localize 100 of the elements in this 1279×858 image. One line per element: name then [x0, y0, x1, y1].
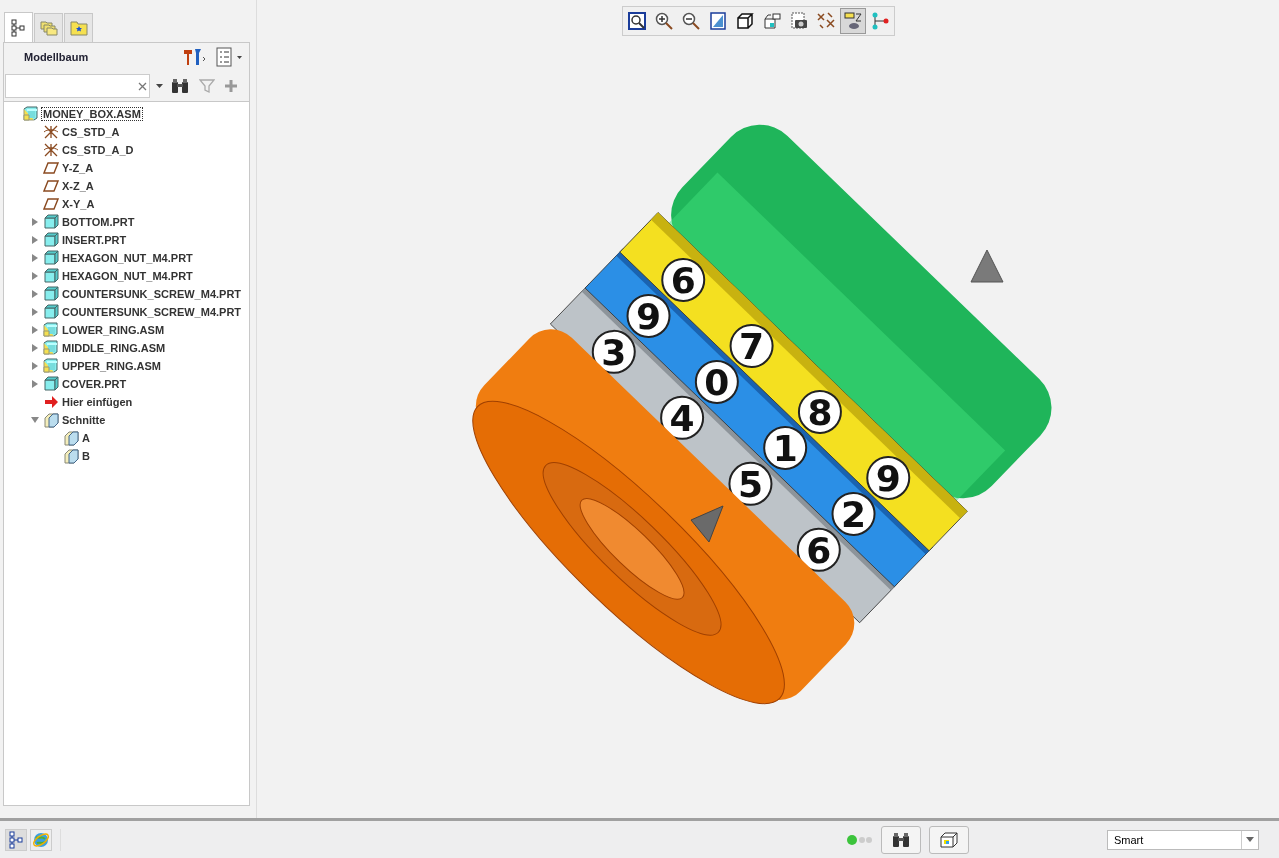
section-icon — [43, 412, 59, 428]
expand-icon[interactable] — [31, 272, 39, 280]
tree-item[interactable]: UPPER_RING.ASM — [61, 360, 163, 372]
find-button[interactable] — [169, 78, 191, 94]
ring-digit: 4 — [669, 397, 695, 439]
expand-icon[interactable] — [31, 362, 39, 370]
tree-item[interactable]: CS_STD_A_D — [61, 144, 135, 156]
tree-item[interactable]: MIDDLE_RING.ASM — [61, 342, 167, 354]
tree-item[interactable]: X-Z_A — [61, 180, 95, 192]
selection-filter-dropdown[interactable]: Smart — [1107, 829, 1259, 850]
ring-digit: 2 — [841, 493, 867, 535]
browser-toggle-button[interactable] — [30, 828, 52, 851]
saved-views-icon — [762, 11, 782, 31]
camera-icon — [789, 11, 809, 31]
tree-item[interactable]: COVER.PRT — [61, 378, 128, 390]
dropdown-caret-icon[interactable] — [156, 83, 163, 89]
tree-item[interactable]: A — [81, 432, 91, 444]
assembly-icon — [43, 322, 59, 338]
cube-icon — [939, 830, 959, 849]
section-icon — [63, 448, 79, 464]
binoculars-icon — [892, 831, 910, 848]
part-icon — [43, 376, 59, 392]
folder-star-icon — [69, 19, 88, 37]
filter-button[interactable] — [197, 78, 217, 94]
coordinate-system-icon — [43, 142, 59, 158]
folders-icon — [39, 19, 58, 37]
ring-digit: 5 — [737, 463, 763, 505]
expand-icon[interactable] — [31, 290, 39, 298]
tree-icon — [9, 830, 23, 849]
expand-icon[interactable] — [31, 218, 39, 226]
tree-item[interactable]: Schnitte — [61, 414, 107, 426]
assembly-icon — [23, 106, 39, 122]
panel-title: Modellbaum — [24, 51, 89, 63]
tools-icon — [181, 47, 207, 67]
annotation-display-icon — [843, 11, 863, 31]
tree-item[interactable]: LOWER_RING.ASM — [61, 324, 166, 336]
tree-item[interactable]: B — [81, 450, 91, 462]
ring-digit: 0 — [704, 361, 730, 403]
assembly-icon — [43, 358, 59, 374]
dropdown-caret-icon — [1246, 837, 1254, 842]
expand-icon[interactable] — [31, 380, 39, 388]
ring-digit: 9 — [875, 457, 901, 499]
zoom-out-icon — [681, 11, 701, 31]
ring-digit: 1 — [772, 427, 798, 469]
plus-icon — [225, 80, 237, 92]
assembly-icon — [43, 340, 59, 356]
ring-digit: 7 — [739, 325, 765, 367]
triangle-marker-icon — [970, 249, 1004, 283]
regeneration-status-icon — [847, 834, 873, 845]
tree-item[interactable]: INSERT.PRT — [61, 234, 128, 246]
part-icon — [43, 232, 59, 248]
ring-digit: 3 — [601, 331, 627, 373]
show-menu-button[interactable] — [213, 47, 245, 67]
zoom-in-icon — [654, 11, 674, 31]
tree-item[interactable]: HEXAGON_NUT_M4.PRT — [61, 270, 194, 282]
datum-plane-icon — [43, 178, 59, 194]
tree-icon — [9, 18, 28, 37]
selection-mode-button[interactable] — [929, 825, 969, 854]
triangle-marker-icon — [690, 505, 724, 543]
tree-item[interactable]: MONEY_BOX.ASM — [41, 107, 143, 121]
find-button[interactable] — [881, 825, 921, 854]
datum-display-icon — [816, 11, 836, 31]
repaint-icon — [708, 11, 728, 31]
part-icon — [43, 268, 59, 284]
tree-item[interactable]: Y-Z_A — [61, 162, 95, 174]
ring-digit: 9 — [636, 295, 662, 337]
clear-icon[interactable] — [138, 81, 147, 91]
coordinate-system-icon — [43, 124, 59, 140]
filter-icon — [199, 78, 215, 94]
part-icon — [43, 214, 59, 230]
connector-icon — [870, 11, 890, 31]
datum-plane-icon — [43, 196, 59, 212]
part-icon — [43, 286, 59, 302]
add-button[interactable] — [223, 80, 239, 92]
refit-icon — [627, 11, 647, 31]
part-icon — [43, 250, 59, 266]
expand-icon[interactable] — [31, 344, 39, 352]
arrow-icon — [43, 394, 59, 410]
tree-item[interactable]: Hier einfügen — [61, 396, 134, 408]
globe-icon — [32, 830, 50, 849]
section-icon — [63, 430, 79, 446]
cube-icon — [735, 11, 755, 31]
tree-item[interactable]: CS_STD_A — [61, 126, 121, 138]
panel-tab[interactable] — [4, 12, 33, 42]
expand-icon[interactable] — [31, 326, 39, 334]
tree-item[interactable]: BOTTOM.PRT — [61, 216, 136, 228]
search-field[interactable] — [5, 74, 150, 98]
expand-icon[interactable] — [31, 308, 39, 316]
tree-item[interactable]: COUNTERSUNK_SCREW_M4.PRT — [61, 288, 243, 300]
expand-icon[interactable] — [31, 236, 39, 244]
tree-item[interactable]: HEXAGON_NUT_M4.PRT — [61, 252, 194, 264]
collapse-icon[interactable] — [31, 416, 39, 424]
binoculars-icon — [171, 78, 189, 94]
ring-digit: 8 — [807, 391, 833, 433]
model-tree-toggle-button[interactable] — [5, 828, 27, 851]
ring-digit: 6 — [806, 529, 832, 571]
part-icon — [43, 304, 59, 320]
expand-icon[interactable] — [31, 254, 39, 262]
tree-item[interactable]: COUNTERSUNK_SCREW_M4.PRT — [61, 306, 243, 318]
tree-item[interactable]: X-Y_A — [61, 198, 96, 210]
